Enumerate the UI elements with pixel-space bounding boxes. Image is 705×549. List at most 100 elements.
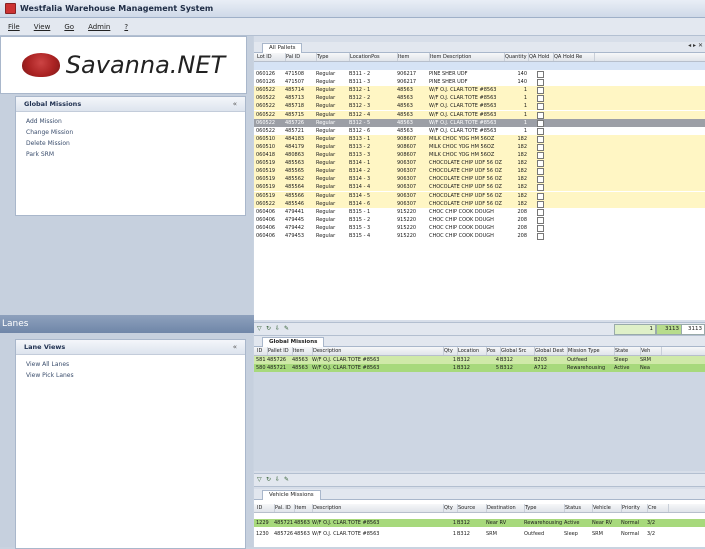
qa-hold-checkbox[interactable] — [536, 233, 544, 240]
header-description[interactable]: Description — [312, 347, 444, 355]
park-srm-link[interactable]: Park SRM — [16, 149, 245, 160]
header-pal-id[interactable]: Pal. ID — [274, 504, 295, 512]
change-mission-link[interactable]: Change Mission — [16, 127, 245, 138]
header-item[interactable]: Item — [292, 347, 313, 355]
table-row[interactable]: 060519 485562 Regular B314 - 3 906307 CHOCOLA… — [254, 175, 705, 184]
view-pick-lanes-link[interactable]: View Pick Lanes — [16, 370, 245, 381]
header-pal-id[interactable]: Pal ID — [285, 53, 317, 61]
header-vehicle[interactable]: Vehicle — [592, 504, 622, 512]
lanes-section-header[interactable]: Lanes — [0, 315, 255, 333]
table-row[interactable]: 581 485726 48563 W/F O.J. CLAR.TOTE #8563 1 B… — [254, 356, 705, 364]
filter-icon[interactable]: ▽ — [257, 325, 264, 332]
table-row[interactable]: 060126 471508 Regular B311 - 2 906217 PINE SH… — [254, 70, 705, 78]
table-row[interactable]: 060522 485546 Regular B314 - 6 906307 CHOCOLA… — [254, 199, 705, 208]
qa-hold-checkbox[interactable] — [536, 152, 544, 159]
header-qa-hold[interactable]: QA Hold — [528, 53, 554, 61]
header-location[interactable]: LocationPos — [349, 53, 398, 61]
table-row[interactable]: 060126 471507 Regular B311 - 3 906217 PINE SH… — [254, 78, 705, 87]
table-row[interactable]: 1229 485721 48563 W/F O.J. CLAR.TOTE #8563 1… — [254, 519, 705, 527]
qa-hold-checkbox[interactable] — [536, 184, 544, 192]
export-icon[interactable]: ⇩ — [275, 325, 282, 332]
header-qa-hold-reason[interactable]: QA Hold Re — [553, 53, 595, 61]
header-mission-type[interactable]: Mission Type — [567, 347, 615, 355]
header-destination[interactable]: Destination — [486, 504, 525, 512]
qa-hold-checkbox[interactable] — [536, 192, 544, 200]
qa-hold-checkbox[interactable] — [536, 160, 544, 168]
export-icon[interactable]: ⇩ — [275, 476, 282, 483]
filter-row[interactable] — [254, 62, 705, 70]
qa-hold-checkbox[interactable] — [536, 111, 544, 119]
table-row[interactable]: 060522 485726 Regular B312 - 5 48563 W/F O.J.… — [254, 118, 705, 127]
delete-mission-link[interactable]: Delete Mission — [16, 138, 245, 149]
header-source[interactable]: Source — [457, 504, 487, 512]
header-qty[interactable]: Qty — [443, 347, 458, 355]
table-row[interactable]: 1230 485726 48563 W/F O.J. CLAR.TOTE #8563 1… — [254, 530, 705, 538]
header-global-dest[interactable]: Global Dest — [534, 347, 568, 355]
global-missions-header[interactable]: Global Missions « — [16, 97, 245, 112]
header-pos[interactable]: Pos — [486, 347, 501, 355]
table-row[interactable]: 060406 479442 Regular B315 - 3 915220 CHOC CH… — [254, 223, 705, 232]
qa-hold-checkbox[interactable] — [536, 95, 544, 103]
add-mission-link[interactable]: Add Mission — [16, 116, 245, 127]
table-row[interactable]: 060522 485713 Regular B312 - 2 48563 W/F O.J.… — [254, 94, 705, 103]
edit-icon[interactable]: ✎ — [284, 476, 291, 483]
tab-global-missions[interactable]: Global Missions — [262, 337, 325, 347]
table-row[interactable]: 060519 485566 Regular B314 - 5 906307 CHOCOLA… — [254, 191, 705, 200]
table-row[interactable]: 060406 479441 Regular B315 - 1 915220 CHOC CH… — [254, 207, 705, 216]
menu-file[interactable]: File — [8, 23, 20, 31]
tab-all-pallets[interactable]: All Pallets — [262, 43, 303, 53]
tab-nav-arrows-icon[interactable]: ◂ ▸ ✕ — [688, 42, 703, 49]
table-row[interactable]: 060519 485563 Regular B314 - 1 906307 CHOCOLA… — [254, 159, 705, 168]
qa-hold-checkbox[interactable] — [536, 119, 544, 127]
table-row[interactable]: 060418 480863 Regular B313 - 3 908607 MILK CH… — [254, 151, 705, 159]
header-type[interactable]: Type — [524, 504, 565, 512]
table-row[interactable]: 580 485721 48563 W/F O.J. CLAR.TOTE #8563 1 B… — [254, 364, 705, 372]
filter-icon[interactable]: ▽ — [257, 476, 264, 483]
header-item[interactable]: Item — [397, 53, 430, 61]
qa-hold-checkbox[interactable] — [536, 168, 544, 176]
header-lot-id[interactable]: Lot ID — [256, 53, 286, 61]
lane-views-header[interactable]: Lane Views « — [16, 340, 245, 355]
table-row[interactable]: 060510 484179 Regular B313 - 2 908607 MILK CH… — [254, 142, 705, 151]
collapse-chevron-icon[interactable]: « — [233, 343, 237, 351]
table-row[interactable]: 060522 485715 Regular B312 - 4 48563 W/F O.J.… — [254, 110, 705, 119]
header-item-description[interactable]: Item Description — [429, 53, 505, 61]
menu-view[interactable]: View — [34, 23, 51, 31]
header-type[interactable]: Type — [316, 53, 350, 61]
menu-go[interactable]: Go — [64, 23, 74, 31]
qa-hold-checkbox[interactable] — [536, 71, 544, 78]
table-row[interactable]: 060522 485714 Regular B312 - 1 48563 W/F O.J.… — [254, 86, 705, 95]
table-row[interactable]: 060519 485564 Regular B314 - 4 906307 CHOCOLA… — [254, 183, 705, 192]
qa-hold-checkbox[interactable] — [536, 216, 544, 224]
tab-vehicle-missions[interactable]: Vehicle Missions — [262, 490, 321, 500]
header-state[interactable]: State — [614, 347, 641, 355]
header-quantity[interactable]: Quantity — [504, 53, 529, 61]
table-row[interactable]: 060522 485721 Regular B312 - 6 48563 W/F O.J.… — [254, 126, 705, 135]
qa-hold-checkbox[interactable] — [536, 208, 544, 216]
view-all-lanes-link[interactable]: View All Lanes — [16, 359, 245, 370]
qa-hold-checkbox[interactable] — [536, 224, 544, 232]
header-pallet-id[interactable]: Pallet ID — [267, 347, 293, 355]
table-row[interactable]: 060519 485565 Regular B314 - 2 906307 CHOCOLA… — [254, 167, 705, 176]
header-qty[interactable]: Qty — [443, 504, 458, 512]
header-item[interactable]: Item — [294, 504, 313, 512]
table-row[interactable]: 060522 485718 Regular B312 - 3 48563 W/F O.J.… — [254, 102, 705, 111]
header-id[interactable]: ID — [256, 504, 275, 512]
qa-hold-checkbox[interactable] — [536, 87, 544, 95]
table-row[interactable]: 060406 479453 Regular B315 - 4 915220 CHOC CH… — [254, 232, 705, 240]
qa-hold-checkbox[interactable] — [536, 79, 544, 87]
header-location[interactable]: Location — [457, 347, 487, 355]
qa-hold-checkbox[interactable] — [536, 176, 544, 184]
qa-hold-checkbox[interactable] — [536, 135, 544, 143]
header-global-src[interactable]: Global Src — [500, 347, 535, 355]
header-vehicle[interactable]: Veh — [640, 347, 662, 355]
qa-hold-checkbox[interactable] — [536, 200, 544, 208]
menu-admin[interactable]: Admin — [88, 23, 110, 31]
qa-hold-checkbox[interactable] — [536, 103, 544, 111]
header-status[interactable]: Status — [564, 504, 593, 512]
header-priority[interactable]: Priority — [621, 504, 648, 512]
edit-icon[interactable]: ✎ — [284, 325, 291, 332]
refresh-icon[interactable]: ↻ — [266, 325, 273, 332]
menu-help[interactable]: ? — [124, 23, 128, 31]
table-row[interactable]: 060406 479445 Regular B315 - 2 915220 CHOC CH… — [254, 215, 705, 224]
